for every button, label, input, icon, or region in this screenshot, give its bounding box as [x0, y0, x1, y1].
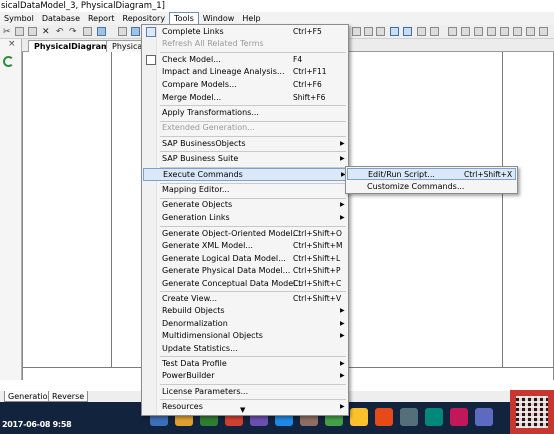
submenu-arrow-icon: ▶ [340, 307, 345, 314]
menu-report[interactable]: Report [84, 12, 119, 25]
redo-icon[interactable]: ↷ [69, 25, 77, 39]
toolbar-icon-n[interactable] [526, 27, 535, 36]
check-model-icon [146, 55, 156, 65]
toolbar-icon-d[interactable] [390, 27, 399, 36]
menu-item-generate-objects[interactable]: Generate Objects ▶ [143, 199, 347, 211]
taskbar-clock: 2017-06-08 9:58 [2, 420, 72, 429]
submenu-arrow-icon: ▶ [340, 201, 345, 208]
menu-symbol[interactable]: Symbol [0, 12, 38, 25]
toolbar-icon-i[interactable] [461, 27, 470, 36]
submenu-arrow-icon: ▶ [340, 140, 345, 147]
window-title: sicalDataModel_3, PhysicalDiagram_1] [0, 0, 554, 12]
menu-item-sap-businessobjects[interactable]: SAP BusinessObjects ▶ [143, 138, 347, 150]
menu-item-license-parameters[interactable]: License Parameters... [143, 386, 347, 398]
toolbar-icon-c[interactable] [376, 27, 385, 36]
menu-item-apply-transformations[interactable]: Apply Transformations... [143, 107, 347, 119]
tools-menu: Complete Links Ctrl+F5 Refresh All Relat… [141, 24, 349, 416]
app-icon-13[interactable] [450, 408, 468, 426]
menu-item-powerbuilder[interactable]: PowerBuilder ▶ [143, 370, 347, 382]
menu-item-test-data-profile[interactable]: Test Data Profile ▶ [143, 358, 347, 370]
app-icon-14[interactable] [475, 408, 493, 426]
submenu-arrow-icon: ▶ [340, 360, 345, 367]
page-border-left [111, 52, 112, 367]
submenu-arrow-icon: ▶ [340, 372, 345, 379]
browser-panel: × [0, 39, 22, 380]
menu-item-execute-commands[interactable]: Execute Commands ▶ [143, 168, 347, 181]
menu-item-complete-links[interactable]: Complete Links Ctrl+F5 [143, 26, 347, 38]
menu-item-customize-commands[interactable]: Customize Commands... [347, 181, 516, 193]
menu-item-generate-oom[interactable]: Generate Object-Oriented Model... Ctrl+S… [143, 228, 347, 240]
copy-icon[interactable] [15, 27, 24, 36]
menu-item-mapping-editor[interactable]: Mapping Editor... [143, 184, 347, 196]
toolbar-icon-l[interactable] [500, 27, 509, 36]
menu-item-refresh-terms[interactable]: Refresh All Related Terms [143, 38, 347, 50]
menu-item-edit-run-script[interactable]: Edit/Run Script... Ctrl+Shift+X [347, 168, 516, 180]
menu-item-generate-pdm[interactable]: Generate Physical Data Model... Ctrl+Shi… [143, 265, 347, 277]
undo-icon[interactable]: ↶ [56, 25, 64, 39]
qr-code-image [510, 390, 554, 434]
page-border-right [502, 52, 503, 367]
links-icon [146, 27, 156, 37]
submenu-arrow-icon: ▶ [340, 155, 345, 162]
paste-icon[interactable] [28, 27, 37, 36]
toolbar-icon-h[interactable] [448, 27, 457, 36]
cut-icon[interactable]: ✂ [3, 25, 11, 39]
toolbar-icon-g[interactable] [430, 27, 439, 36]
menu-item-rebuild-objects[interactable]: Rebuild Objects ▶ [143, 305, 347, 317]
toolbar-icon-f[interactable] [417, 27, 426, 36]
menu-item-multidimensional-objects[interactable]: Multidimensional Objects ▶ [143, 330, 347, 342]
menu-item-denormalization[interactable]: Denormalization ▶ [143, 318, 347, 330]
refresh-icon[interactable] [3, 56, 14, 67]
toolbar-icon-b[interactable] [364, 27, 373, 36]
menu-scroll-down-icon[interactable]: ▼ [240, 406, 245, 414]
tab-physical[interactable]: Physical [106, 40, 146, 52]
submenu-arrow-icon: ▶ [340, 332, 345, 339]
app-icon-10[interactable] [375, 408, 393, 426]
menu-item-compare-models[interactable]: Compare Models... Ctrl+F6 [143, 79, 347, 91]
menu-item-sap-business-suite[interactable]: SAP Business Suite ▶ [143, 153, 347, 165]
menu-item-generation-links[interactable]: Generation Links ▶ [143, 212, 347, 224]
menu-item-check-model[interactable]: Check Model... F4 [143, 54, 347, 66]
menu-item-update-statistics[interactable]: Update Statistics... [143, 343, 347, 355]
toolbar-icon-e[interactable] [403, 27, 412, 36]
app-icon-11[interactable] [400, 408, 418, 426]
menu-item-impact-lineage[interactable]: Impact and Lineage Analysis... Ctrl+F11 [143, 66, 347, 78]
toolbar-icon-a[interactable] [352, 27, 361, 36]
model-icon[interactable] [131, 27, 140, 36]
toolbar-icon-k[interactable] [487, 27, 496, 36]
menu-item-create-view[interactable]: Create View... Ctrl+Shift+V [143, 293, 347, 305]
properties-icon[interactable] [83, 27, 92, 36]
print-icon[interactable] [118, 27, 127, 36]
menu-item-generate-ldm[interactable]: Generate Logical Data Model... Ctrl+Shif… [143, 253, 347, 265]
close-icon[interactable]: × [8, 39, 16, 49]
menu-item-generate-xml[interactable]: Generate XML Model... Ctrl+Shift+M [143, 240, 347, 252]
menu-item-extended-generation[interactable]: Extended Generation... [143, 122, 347, 134]
execute-commands-submenu: Edit/Run Script... Ctrl+Shift+X Customiz… [345, 166, 518, 194]
delete-icon[interactable]: ✕ [42, 25, 50, 39]
submenu-arrow-icon: ▶ [340, 403, 345, 410]
globe-icon[interactable] [97, 27, 106, 36]
toolbar-icon-j[interactable] [474, 27, 483, 36]
app-icon-12[interactable] [425, 408, 443, 426]
toolbar-icon-o[interactable] [539, 27, 548, 36]
menu-item-generate-cdm[interactable]: Generate Conceptual Data Model... Ctrl+S… [143, 278, 347, 290]
tab-reverse[interactable]: Reverse [48, 391, 89, 402]
toolbar-icon-m[interactable] [513, 27, 522, 36]
app-icon-9[interactable] [350, 408, 368, 426]
submenu-arrow-icon: ▶ [340, 214, 345, 221]
submenu-arrow-icon: ▶ [340, 320, 345, 327]
menu-database[interactable]: Database [38, 12, 84, 25]
menu-item-merge-model[interactable]: Merge Model... Shift+F6 [143, 92, 347, 104]
